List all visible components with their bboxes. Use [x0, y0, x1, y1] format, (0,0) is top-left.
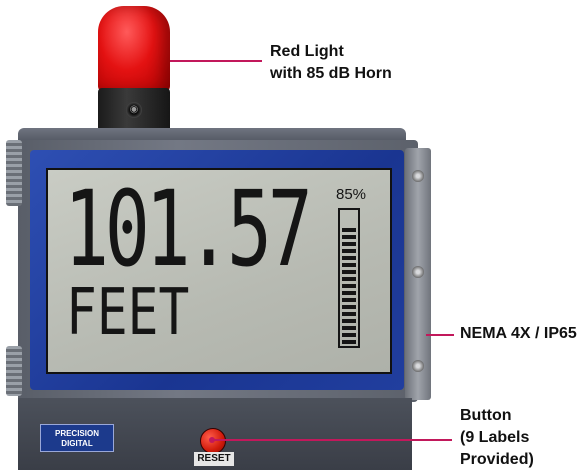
precision-digital-logo: PRECISION DIGITAL [40, 424, 114, 452]
left-hinge-lower [6, 346, 22, 396]
bargraph-percent: 85% [336, 186, 367, 203]
bargraph [338, 208, 360, 348]
left-hinge [6, 140, 22, 206]
logo-line1: PRECISION [54, 429, 99, 438]
bargraph-fill [342, 228, 356, 344]
button-callout-line3: Provided) [460, 451, 534, 468]
red-light-dome [98, 6, 170, 92]
screw-icon [412, 360, 424, 372]
light-callout-line1: Red Light [270, 43, 344, 60]
button-callout-line1: Button [460, 407, 512, 424]
display-value: 101.57 [64, 168, 313, 290]
nema-callout-line [426, 334, 454, 336]
button-callout-line [212, 439, 452, 441]
screw-icon [412, 170, 424, 182]
nema-callout-text: NEMA 4X / IP65 [460, 325, 577, 342]
logo-line2: DIGITAL [61, 439, 93, 448]
display-unit: FEET [66, 276, 190, 350]
screw-icon [412, 266, 424, 278]
light-callout-line2: with 85 dB Horn [270, 65, 392, 82]
reset-label: RESET [194, 452, 234, 466]
button-callout-line2: (9 Labels [460, 429, 530, 446]
light-callout-line [170, 60, 262, 62]
horn-icon: ◉ [126, 102, 142, 118]
